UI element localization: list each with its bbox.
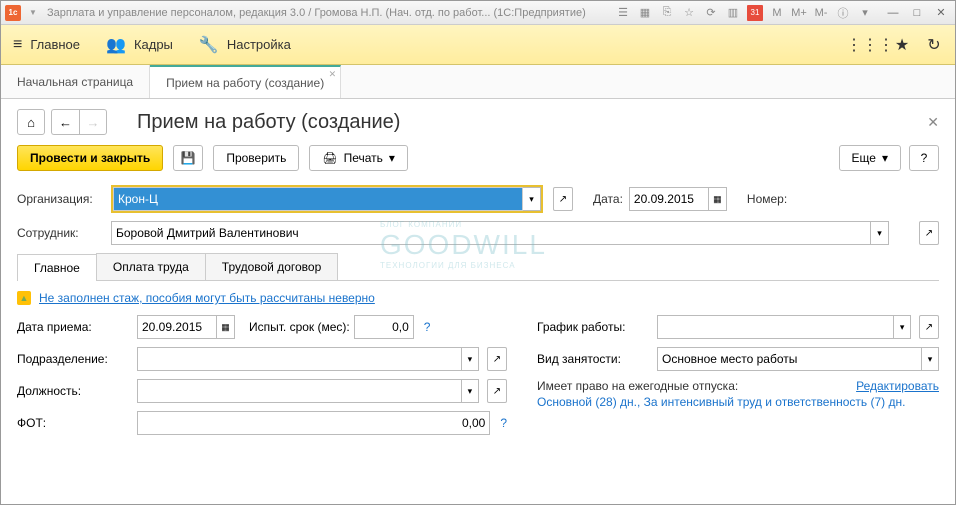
menu-main[interactable]: ≡ Главное [13, 36, 80, 54]
position-input[interactable] [137, 379, 462, 403]
menu-settings[interactable]: 🔧 Настройка [199, 35, 291, 55]
org-open-button[interactable]: ↗ [553, 187, 573, 211]
people-icon: 👥 [106, 35, 126, 55]
tab-close-icon[interactable]: ✕ [329, 69, 337, 80]
dd-icon[interactable]: ▾ [857, 5, 873, 21]
vacation-text: Основной (28) дн., За интенсивный труд и… [537, 393, 939, 411]
department-label: Подразделение: [17, 352, 133, 366]
employee-open-button[interactable]: ↗ [919, 221, 939, 245]
date-picker-icon[interactable]: ▦ [709, 187, 727, 211]
calendar-icon[interactable]: 31 [747, 5, 763, 21]
minimize-button[interactable]: — [883, 5, 903, 21]
tb-icon-4[interactable]: ☆ [681, 5, 697, 21]
edit-vacations-link[interactable]: Редактировать [856, 379, 939, 393]
schedule-open-button[interactable]: ↗ [919, 315, 939, 339]
hire-date-input[interactable] [137, 315, 217, 339]
department-dropdown-icon[interactable]: ▾ [462, 347, 479, 371]
employment-dropdown-icon[interactable]: ▾ [922, 347, 939, 371]
star-icon[interactable]: ★ [893, 36, 911, 54]
hamburger-icon: ≡ [13, 36, 22, 54]
m-icon[interactable]: M [769, 5, 785, 21]
submit-close-button[interactable]: Провести и закрыть [17, 145, 163, 171]
help-button[interactable]: ? [909, 145, 939, 171]
probation-help[interactable]: ? [424, 320, 431, 334]
employee-input[interactable] [111, 221, 871, 245]
window-title: Зарплата и управление персоналом, редакц… [47, 7, 586, 19]
tb-icon-1[interactable]: ☰ [615, 5, 631, 21]
close-window-button[interactable]: ✕ [931, 5, 951, 21]
check-button[interactable]: Проверить [213, 145, 299, 171]
page-title: Прием на работу (создание) [137, 111, 400, 134]
document-tabs: Начальная страница Прием на работу (созд… [1, 65, 955, 99]
org-input[interactable] [113, 187, 523, 211]
schedule-dropdown-icon[interactable]: ▾ [894, 315, 911, 339]
wrench-icon: 🔧 [199, 35, 219, 55]
more-button[interactable]: Еще ▾ [839, 145, 901, 171]
form-tabs: Главное Оплата труда Трудовой договор [17, 253, 939, 281]
position-label: Должность: [17, 384, 133, 398]
window-titlebar: 1c ▼ Зарплата и управление персоналом, р… [1, 1, 955, 25]
system-menu-icon[interactable]: ▼ [25, 5, 41, 21]
back-button[interactable]: ← [51, 109, 79, 135]
tb-icon-6[interactable]: ▥ [725, 5, 741, 21]
main-menu: ≡ Главное 👥 Кадры 🔧 Настройка ⋮⋮⋮ ★ ↻ [1, 25, 955, 65]
warning-link[interactable]: Не заполнен стаж, пособия могут быть рас… [39, 291, 375, 305]
tb-icon-5[interactable]: ⟳ [703, 5, 719, 21]
number-label: Номер: [747, 192, 787, 206]
m-minus-icon[interactable]: M- [813, 5, 829, 21]
fot-label: ФОТ: [17, 416, 133, 430]
menu-staff[interactable]: 👥 Кадры [106, 35, 173, 55]
employment-label: Вид занятости: [537, 352, 653, 366]
chevron-down-icon: ▾ [389, 151, 395, 165]
date-input[interactable] [629, 187, 709, 211]
apps-icon[interactable]: ⋮⋮⋮ [861, 36, 879, 54]
hire-date-picker-icon[interactable]: ▦ [217, 315, 235, 339]
hire-date-label: Дата приема: [17, 320, 133, 334]
org-input-wrap: ▾ [111, 185, 543, 213]
employee-label: Сотрудник: [17, 226, 105, 240]
tab-hire[interactable]: Прием на работу (создание) ✕ [150, 65, 341, 98]
department-open-button[interactable]: ↗ [487, 347, 507, 371]
history-icon[interactable]: ↻ [925, 36, 943, 54]
warning-icon: ▲ [17, 291, 31, 305]
app-icon: 1c [5, 5, 21, 21]
home-button[interactable]: ⌂ [17, 109, 45, 135]
schedule-input[interactable] [657, 315, 894, 339]
tab-contract[interactable]: Трудовой договор [205, 253, 338, 280]
position-open-button[interactable]: ↗ [487, 379, 507, 403]
page-close-button[interactable]: ✕ [927, 114, 939, 131]
employment-input[interactable] [657, 347, 922, 371]
department-input[interactable] [137, 347, 462, 371]
tab-home[interactable]: Начальная страница [1, 65, 150, 98]
info-icon[interactable]: ⓘ [835, 5, 851, 21]
chevron-down-icon: ▾ [882, 151, 888, 165]
fot-help[interactable]: ? [500, 416, 507, 430]
position-dropdown-icon[interactable]: ▾ [462, 379, 479, 403]
forward-button[interactable]: → [79, 109, 107, 135]
org-label: Организация: [17, 192, 105, 206]
tb-icon-2[interactable]: ▦ [637, 5, 653, 21]
employee-dropdown-icon[interactable]: ▾ [871, 221, 889, 245]
tab-main[interactable]: Главное [17, 254, 97, 281]
date-label: Дата: [593, 192, 623, 206]
probation-input[interactable] [354, 315, 414, 339]
tab-payment[interactable]: Оплата труда [96, 253, 206, 280]
save-button[interactable]: 💾 [173, 145, 203, 171]
maximize-button[interactable]: □ [907, 5, 927, 21]
schedule-label: График работы: [537, 320, 653, 334]
print-button[interactable]: 🖨 Печать ▾ [309, 145, 408, 171]
tb-icon-3[interactable]: ⎘ [659, 5, 675, 21]
m-plus-icon[interactable]: M+ [791, 5, 807, 21]
fot-input[interactable] [137, 411, 490, 435]
probation-label: Испыт. срок (мес): [249, 320, 350, 334]
org-dropdown-icon[interactable]: ▾ [523, 187, 541, 211]
